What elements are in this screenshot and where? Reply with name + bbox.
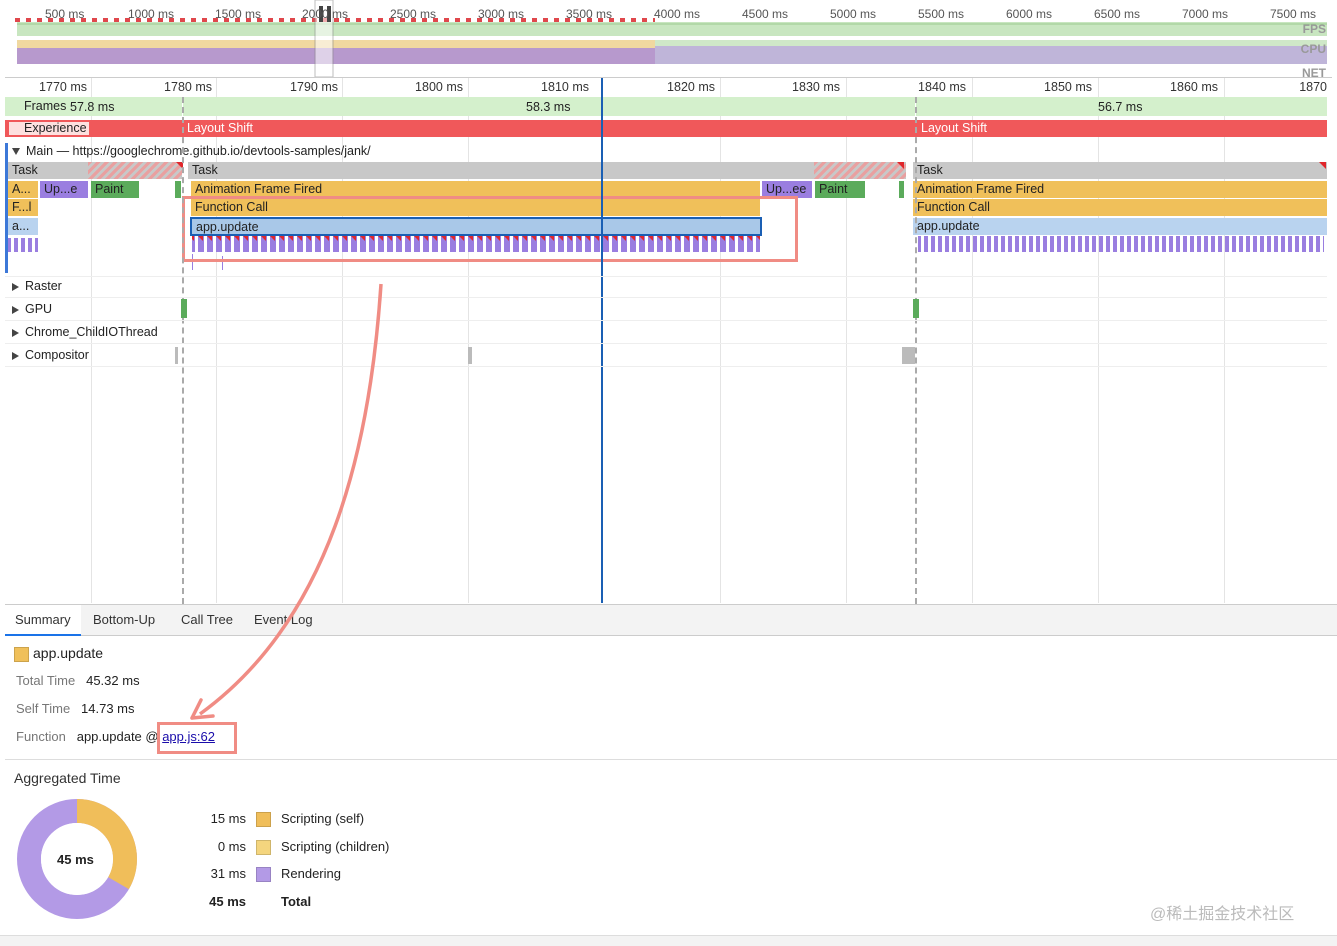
total-time-value: 45.32 ms — [86, 673, 140, 688]
block-label: A... — [12, 182, 31, 196]
thread-gpu[interactable]: GPU — [12, 302, 52, 316]
block-label: app.update — [917, 219, 980, 233]
block-label: Function Call — [917, 200, 990, 214]
compositor-task[interactable] — [175, 347, 178, 364]
paint-sliver[interactable] — [175, 181, 181, 198]
thread-label: Chrome_ChildIOThread — [25, 325, 158, 339]
expand-icon — [12, 282, 19, 291]
donut-center-label: 45 ms — [57, 852, 94, 867]
thread-childio[interactable]: Chrome_ChildIOThread — [12, 325, 158, 339]
function-label: Function — [16, 729, 66, 744]
legend-value: 0 ms — [217, 839, 246, 854]
function-call-block[interactable]: Function Call — [913, 199, 1327, 216]
time-cursor — [601, 78, 603, 603]
block-label: a... — [12, 219, 30, 233]
tab-call-tree[interactable]: Call Tree — [171, 605, 243, 635]
legend-swatch — [256, 840, 271, 856]
expand-icon — [12, 351, 19, 360]
legend-total-row: 45 ms Total — [200, 894, 311, 909]
legend-label: Scripting (children) — [281, 839, 390, 854]
total-time-label: Total Time — [16, 673, 76, 688]
function-call-block[interactable]: F...l — [8, 199, 38, 216]
update-layer-tree-block[interactable]: Up...e — [40, 181, 88, 198]
legend-label: Rendering — [281, 866, 341, 881]
paint-sliver[interactable] — [899, 181, 904, 198]
row-divider — [5, 276, 1327, 277]
legend-swatch — [256, 867, 271, 883]
self-time-row: Self Time 14.73 ms — [16, 701, 135, 716]
tab-summary[interactable]: Summary — [5, 605, 81, 636]
link-highlight — [157, 722, 237, 754]
bottom-bar — [0, 935, 1337, 946]
expand-icon — [12, 328, 19, 337]
tab-bottom-up[interactable]: Bottom-Up — [83, 605, 165, 635]
total-label: Total — [281, 894, 312, 909]
row-divider — [5, 297, 1327, 298]
row-divider — [5, 320, 1327, 321]
block-label: Animation Frame Fired — [917, 182, 1045, 196]
animation-frame-fired-block[interactable]: Animation Frame Fired — [913, 181, 1327, 198]
thread-compositor[interactable]: Compositor — [12, 348, 89, 362]
block-label: F...l — [12, 200, 32, 214]
compositor-task[interactable] — [902, 347, 915, 364]
watermark: @稀土掘金技术社区 — [1150, 906, 1295, 923]
self-time-label: Self Time — [16, 701, 71, 716]
legend-value: 31 ms — [210, 866, 246, 881]
total-value: 45 ms — [209, 894, 246, 909]
aggregated-title: Aggregated Time — [14, 770, 121, 786]
legend-row: 0 ms Scripting (children) — [200, 839, 390, 856]
gpu-task[interactable] — [913, 299, 919, 318]
block-label: Paint — [819, 182, 848, 196]
block-label: Up...ee — [766, 182, 807, 196]
legend-row: 31 ms Rendering — [200, 866, 341, 883]
thread-label: Compositor — [25, 348, 89, 362]
section-divider — [5, 759, 1337, 760]
app-update-block[interactable]: app.update — [913, 218, 1327, 235]
block-label: Animation Frame Fired — [195, 182, 323, 196]
thread-label: GPU — [25, 302, 53, 316]
category-swatch — [14, 646, 29, 662]
thread-raster[interactable]: Raster — [12, 279, 62, 293]
animation-frame-block[interactable]: A... — [8, 181, 38, 198]
paint-block[interactable]: Paint — [91, 181, 139, 198]
function-name: app.update @ — [76, 729, 163, 744]
block-label: Paint — [95, 182, 124, 196]
frame-boundary — [182, 97, 184, 604]
legend-value: 15 ms — [210, 811, 246, 826]
legend-swatch — [256, 812, 271, 828]
total-time-row: Total Time 45.32 ms — [16, 673, 140, 688]
summary-title-row: app.update — [14, 645, 103, 662]
legend-label: Scripting (self) — [281, 811, 365, 826]
details-tabbar: Summary Bottom-Up Call Tree Event Log — [5, 604, 1337, 636]
expand-icon — [12, 305, 19, 314]
compositor-task[interactable] — [468, 347, 472, 364]
block-label: Up...e — [44, 182, 78, 196]
gpu-task[interactable] — [181, 299, 187, 318]
legend-row: 15 ms Scripting (self) — [200, 811, 365, 828]
long-task-corners — [176, 162, 1326, 169]
self-time-value: 14.73 ms — [81, 701, 135, 716]
frame-boundary — [915, 97, 917, 604]
thread-label: Raster — [25, 279, 62, 293]
app-update-block[interactable]: a... — [8, 218, 38, 235]
row-divider — [5, 366, 1327, 367]
tab-event-log[interactable]: Event Log — [244, 605, 323, 635]
paint-block[interactable]: Paint — [815, 181, 865, 198]
row-divider — [5, 343, 1327, 344]
summary-title: app.update — [33, 645, 104, 661]
highlight-frame — [182, 196, 798, 262]
